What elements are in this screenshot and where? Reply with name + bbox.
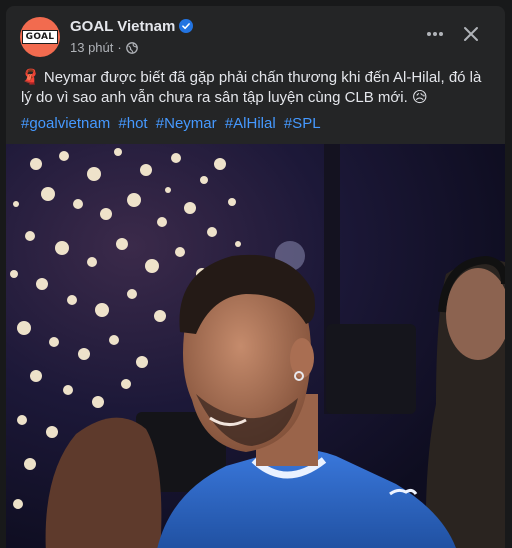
hashtag-link[interactable]: #AlHilal <box>225 115 276 132</box>
close-button[interactable] <box>456 20 486 48</box>
goal-logo: GOAL <box>21 30 59 44</box>
scarf-emoji: 🧣 <box>21 69 40 86</box>
globe-icon[interactable] <box>125 41 138 54</box>
hashtag-list: #goalvietnam #hot #Neymar #AlHilal #SPL <box>21 114 325 134</box>
sad-emoji: 😥 <box>411 89 428 106</box>
hashtag-link[interactable]: #hot <box>118 115 147 132</box>
post-text: 🧣 Neymar được biết đã gặp phải chấn thươ… <box>21 68 491 108</box>
post-photo[interactable] <box>6 144 505 548</box>
hashtag-link[interactable]: #goalvietnam <box>21 115 110 132</box>
close-icon <box>464 27 478 41</box>
more-options-icon <box>427 32 443 36</box>
meta-separator: · <box>117 40 122 55</box>
hashtag-link[interactable]: #SPL <box>284 115 321 132</box>
verified-badge-icon <box>179 19 193 33</box>
post-meta: 13 phút · <box>70 40 138 55</box>
post-timestamp[interactable]: 13 phút <box>70 40 113 55</box>
more-options-button[interactable] <box>420 22 450 46</box>
camera-rig-back <box>326 324 416 414</box>
page-name-link[interactable]: GOAL Vietnam <box>70 18 175 35</box>
post-header: GOAL GOAL Vietnam 13 phút · <box>6 6 505 66</box>
hashtag-link[interactable]: #Neymar <box>156 115 217 132</box>
post-card: GOAL GOAL Vietnam 13 phút · 🧣 Neymar đượ… <box>6 6 505 548</box>
page-avatar[interactable]: GOAL <box>20 17 60 57</box>
